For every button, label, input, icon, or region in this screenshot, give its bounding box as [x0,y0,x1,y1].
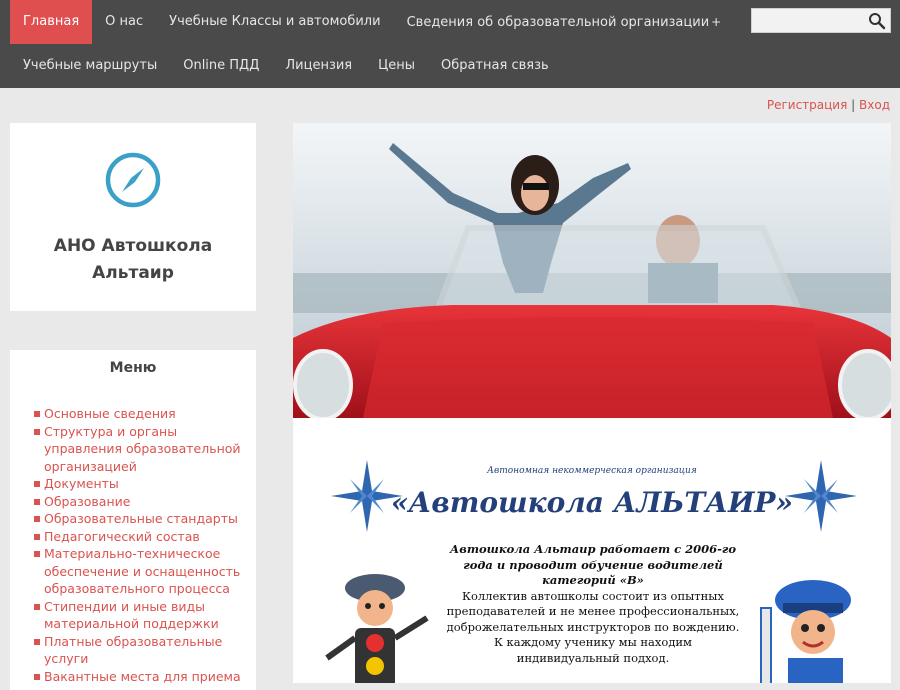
menu-item-education[interactable]: Образование [34,493,249,511]
nav-row-secondary: Учебные маршруты Online ПДД Лицензия Цен… [0,44,562,88]
menu-item-vacancies[interactable]: Вакантные места для приема [34,668,249,686]
search-icon[interactable] [868,12,886,30]
menu-item-structure[interactable]: Структура и органы управления образовате… [34,423,249,476]
promo-body: Коллектив автошколы состоит из опытных п… [446,588,740,665]
nav-item-about[interactable]: О нас [92,0,156,44]
menu-item-facilities[interactable]: Материально-техническое обеспечение и ос… [34,545,249,598]
nav-item-routes[interactable]: Учебные маршруты [10,44,170,88]
site-name[interactable]: АНО Автошкола Альтаир [10,233,256,287]
auth-separator: | [851,98,856,112]
top-navigation: Главная О нас Учебные Классы и автомобил… [0,0,900,88]
menu-item-basic-info[interactable]: Основные сведения [34,405,249,423]
nav-item-classes[interactable]: Учебные Классы и автомобили [156,0,393,44]
register-link[interactable]: Регистрация [767,98,847,112]
menu-list: Основные сведения Структура и органы упр… [34,405,249,686]
promo-text: Автошкола Альтаир работает с 2006-го год… [443,542,743,666]
menu-title: Меню [109,360,157,376]
search-box [751,8,891,33]
menu-item-standards[interactable]: Образовательные стандарты [34,510,249,528]
compass-icon[interactable] [104,151,162,209]
main-content: Автономная некоммерческая организация «А… [293,123,891,683]
nav-item-prices[interactable]: Цены [365,44,428,88]
sidebar-menu: Меню Основные сведения Структура и орган… [10,350,256,690]
nav-item-home[interactable]: Главная [10,0,93,44]
menu-item-staff[interactable]: Педагогический состав [34,528,249,546]
promo-banner: Автономная некоммерческая организация «А… [293,418,891,683]
menu-item-documents[interactable]: Документы [34,475,249,493]
nav-row-primary: Главная О нас Учебные Классы и автомобил… [0,0,734,44]
menu-item-paid-services[interactable]: Платные образовательные услуги [34,633,249,668]
promo-lead: Автошкола Альтаир работает с 2006-го год… [449,542,737,587]
traffic-light-mascot-icon [325,574,429,683]
plus-icon: + [711,15,722,29]
police-mascot-icon [760,580,851,683]
promo-subtitle: Автономная некоммерческая организация [487,466,697,476]
nav-item-feedback[interactable]: Обратная связь [428,44,562,88]
promo-title: «Автошкола АЛЬТАИР» [391,486,793,519]
hero-image [293,123,891,418]
auth-links: Регистрация | Вход [767,98,890,112]
login-link[interactable]: Вход [859,98,890,112]
nav-item-org-info-label: Сведения об образовательной организации [406,15,710,30]
search-input[interactable] [752,9,876,32]
nav-item-online-pdd[interactable]: Online ПДД [170,44,272,88]
menu-item-scholarships[interactable]: Стипендии и иные виды материальной подде… [34,598,249,633]
nav-item-license[interactable]: Лицензия [272,44,365,88]
logo-card: АНО Автошкола Альтаир [10,123,256,311]
nav-item-org-info[interactable]: Сведения об образовательной организации + [394,0,735,44]
